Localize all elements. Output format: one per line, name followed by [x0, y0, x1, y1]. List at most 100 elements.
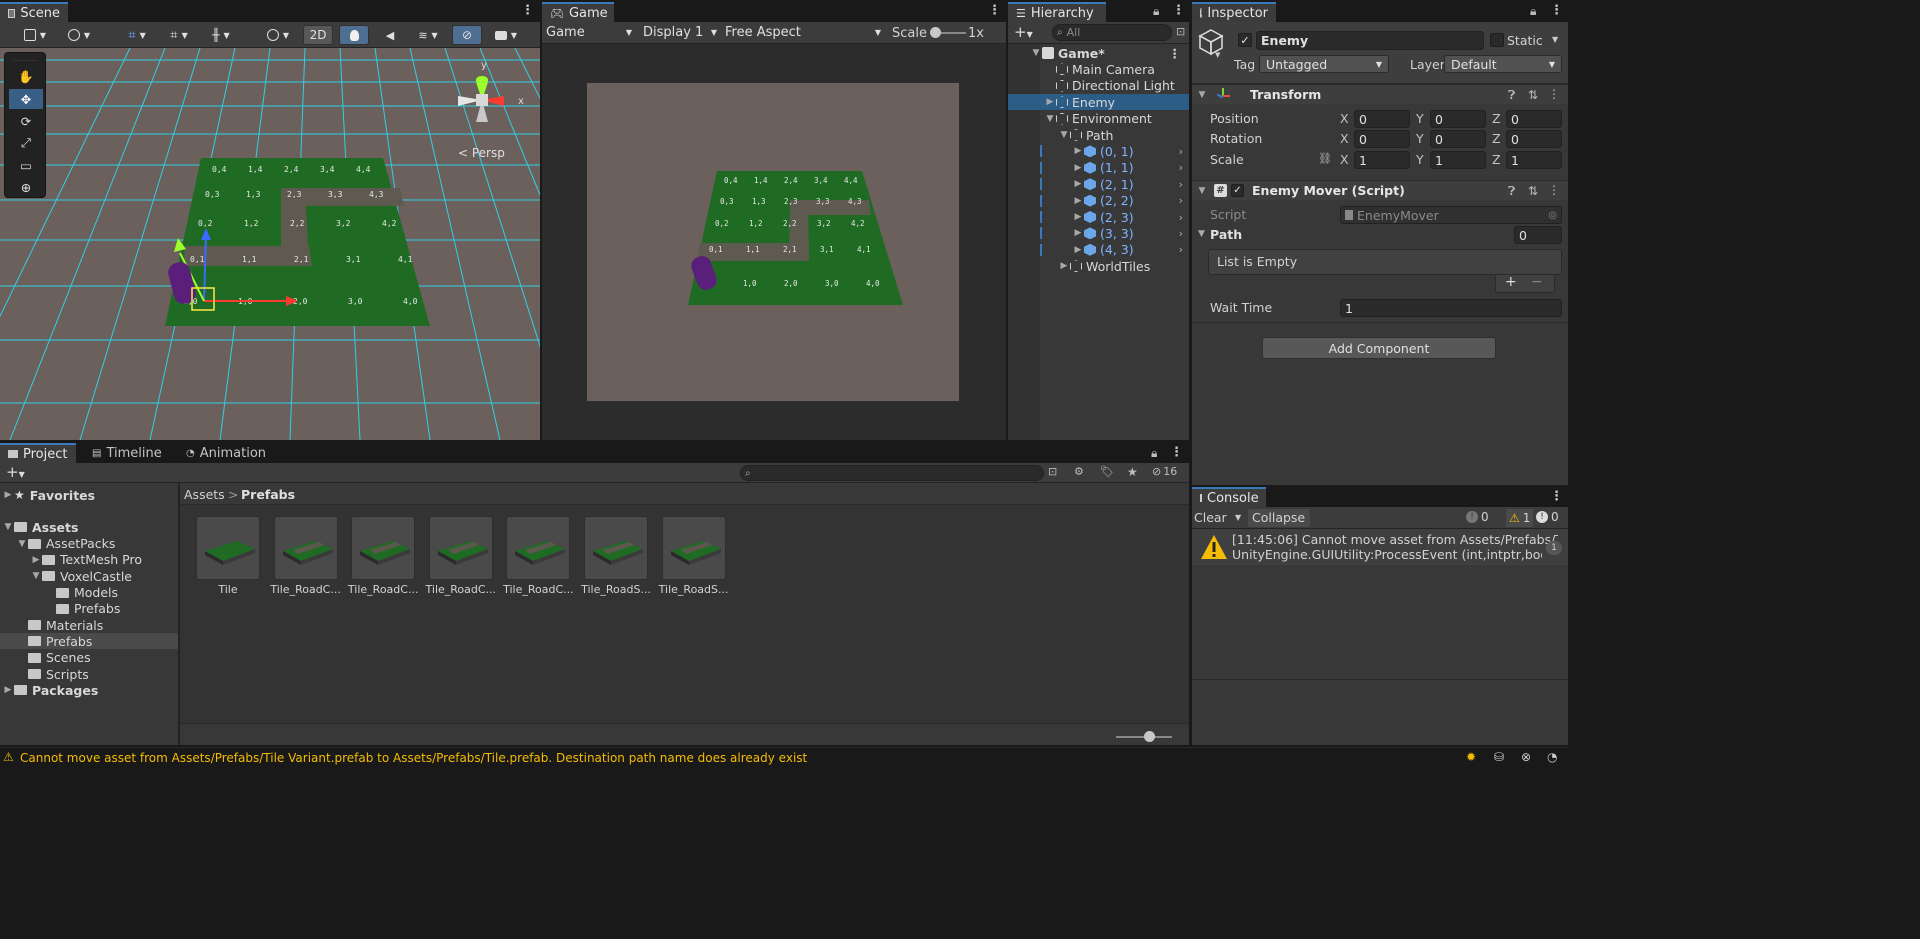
foldout-expanded-icon[interactable]: ▼ [1044, 114, 1056, 124]
hierarchy-item[interactable]: ▶ (2, 2) › [1008, 193, 1189, 209]
display-dropdown[interactable]: Display 1 ▼ [643, 25, 717, 40]
render-mode-button[interactable]: ▼ [259, 25, 297, 45]
position-z-input[interactable]: 0 [1506, 110, 1562, 128]
toggle-2d-button[interactable]: 2D [303, 25, 333, 45]
breadcrumb-prefabs[interactable]: Prefabs [241, 487, 295, 502]
view-orientation-gizmo[interactable] [448, 66, 528, 156]
foldout-collapsed-icon[interactable]: ▶ [1044, 97, 1056, 107]
hierarchy-item[interactable]: ▼ Game* ⋮ [1008, 45, 1189, 61]
tab-scene[interactable]: Scene [0, 2, 68, 22]
project-tree-item[interactable]: ▶ ★ Favorites [0, 487, 178, 503]
rotation-y-input[interactable]: 0 [1430, 130, 1486, 148]
transform-header[interactable]: ▼ Transform ❓︎ ⇅ ⋮ [1192, 84, 1568, 104]
foldout-expanded-icon[interactable]: ▼ [1058, 130, 1070, 140]
project-search-input[interactable]: ⌕ [740, 465, 1044, 481]
active-checkbox[interactable]: ✓ [1238, 33, 1252, 47]
asset-thumbnail[interactable] [196, 516, 260, 580]
audio-toggle[interactable]: ◀︎ [375, 25, 405, 45]
project-add-button[interactable]: +▼ [6, 463, 25, 481]
presets-icon[interactable]: ⇅ [1528, 88, 1538, 102]
help-icon[interactable]: ❓︎ [1508, 184, 1515, 199]
asset-thumbnail[interactable] [351, 516, 416, 580]
hierarchy-item[interactable]: ▶ (0, 1) › [1008, 143, 1189, 159]
project-tree-item[interactable]: ▼ VoxelCastle [0, 568, 178, 584]
chevron-right-icon[interactable]: › [1179, 243, 1183, 256]
draw-mode-button[interactable]: ▼ [16, 25, 54, 45]
asset-thumbnail[interactable] [428, 516, 493, 580]
scale-tool-icon[interactable]: ⤢ [9, 133, 43, 153]
search-options-icon[interactable]: ⊡ [1048, 465, 1057, 478]
chevron-right-icon[interactable]: › [1179, 178, 1183, 191]
hierarchy-item[interactable]: ▼ Environment [1008, 111, 1189, 127]
project-tree-item[interactable]: ▶ TextMesh Pro [0, 552, 178, 568]
list-remove-button[interactable]: − [1531, 274, 1543, 290]
tag-dropdown[interactable]: Untagged ▼ [1259, 55, 1389, 73]
scale-z-input[interactable]: 1 [1506, 151, 1562, 169]
project-tree-item[interactable]: Models [0, 585, 178, 601]
game-viewport[interactable]: 0,4 1,4 2,4 3,4 4,4 0,3 1,3 2,3 3,3 4,3 0,2 1,2 2,2 3… [542, 44, 1006, 440]
tab-project[interactable]: Project [0, 443, 76, 463]
foldout-triangle-icon[interactable]: ▼ [1198, 229, 1205, 239]
hierarchy-item[interactable]: ▶ (1, 1) › [1008, 160, 1189, 176]
constrain-proportions-icon[interactable]: ⛓︎ [1318, 152, 1332, 165]
collapse-toggle[interactable]: Collapse [1248, 509, 1310, 527]
foldout-triangle-icon[interactable]: ▶ [30, 555, 42, 565]
filter-label-icon[interactable]: 🏷︎ [1100, 465, 1114, 478]
hidden-packages-toggle[interactable]: ⊘ 16 [1152, 465, 1177, 478]
breadcrumb-assets[interactable]: Assets [184, 487, 225, 502]
project-tree-item[interactable]: ▼ AssetPacks [0, 536, 178, 552]
add-component-button[interactable]: Add Component [1262, 337, 1496, 359]
project-tree-item[interactable]: Materials [0, 617, 178, 633]
grid-toggle-button[interactable]: ⌗ ▼ [160, 25, 198, 45]
game-menu-button[interactable]: ⋮ [988, 3, 1001, 18]
chevron-right-icon[interactable]: › [1179, 161, 1183, 174]
project-tree-item[interactable]: Scripts [0, 666, 178, 682]
cache-server-icon[interactable]: ⛁ [1494, 750, 1504, 764]
console-menu-button[interactable]: ⋮ [1550, 489, 1563, 504]
foldout-collapsed-icon[interactable]: ▶ [1072, 163, 1084, 173]
hierarchy-search-input[interactable]: ⌕ All [1052, 24, 1172, 41]
foldout-triangle-icon[interactable]: ▼ [2, 522, 14, 532]
hierarchy-item[interactable]: ▼ Path [1008, 127, 1189, 143]
aspect-dropdown[interactable]: Free Aspect ▼ [725, 25, 881, 40]
foldout-collapsed-icon[interactable]: ▶ [1072, 179, 1084, 189]
foldout-collapsed-icon[interactable]: ▶ [1072, 228, 1084, 238]
scene-viewport[interactable]: 0,4 1,4 2,4 3,4 4,4 0,3 1,3 2,3 3,3 4,3 0,2 1,2 2,2 3… [0, 48, 540, 440]
projection-label[interactable]: < Persp [458, 146, 505, 160]
foldout-collapsed-icon[interactable]: ▶ [1072, 245, 1084, 255]
foldout-collapsed-icon[interactable]: ▶ [1072, 212, 1084, 222]
hierarchy-item[interactable]: ▶ (2, 3) › [1008, 209, 1189, 225]
bug-icon[interactable]: ✹ [1466, 750, 1476, 764]
asset-thumbnail[interactable] [584, 516, 648, 580]
scale-y-input[interactable]: 1 [1430, 151, 1486, 169]
transform-tool-icon[interactable]: ⊕ [9, 177, 43, 197]
hierarchy-item[interactable]: ▶ (3, 3) › [1008, 225, 1189, 241]
enemy-mover-header[interactable]: ▼ # ✓ Enemy Mover (Script) ❓︎ ⇅ ⋮ [1192, 180, 1568, 200]
clear-options-chevron[interactable]: ▼ [1235, 513, 1241, 522]
network-icon[interactable]: ⊗ [1521, 750, 1531, 764]
chevron-down-icon[interactable]: ▼ [1215, 51, 1220, 59]
game-mode-dropdown[interactable]: Game ▼ [546, 25, 632, 40]
foldout-triangle-icon[interactable]: ▶ [2, 685, 14, 695]
increment-snap-button[interactable]: ╫ ▼ [202, 25, 240, 45]
hierarchy-item[interactable]: ▶ Enemy [1008, 94, 1189, 111]
error-filter-toggle[interactable]: ! 0 [1466, 510, 1489, 524]
rotate-tool-icon[interactable]: ⟳ [9, 111, 43, 131]
lock-icon[interactable]: 🔒︎ [1153, 4, 1159, 19]
list-add-button[interactable]: + [1505, 274, 1517, 290]
static-checkbox[interactable] [1490, 33, 1504, 47]
tab-hierarchy[interactable]: ☰ Hierarchy [1008, 2, 1106, 22]
grid-snap-button[interactable]: ⌗ ▼ [118, 25, 156, 45]
layer-dropdown[interactable]: Default ▼ [1444, 55, 1562, 73]
chevron-right-icon[interactable]: › [1179, 145, 1183, 158]
tab-game[interactable]: 🎮︎ Game [542, 2, 614, 22]
object-name-input[interactable]: Enemy [1256, 31, 1484, 50]
enabled-checkbox[interactable]: ✓ [1231, 184, 1244, 197]
lighting-toggle[interactable] [339, 25, 369, 45]
project-tree-item[interactable]: ▼ Assets [0, 519, 178, 535]
help-icon[interactable]: ❓︎ [1508, 88, 1515, 103]
position-x-input[interactable]: 0 [1354, 110, 1410, 128]
presets-icon[interactable]: ⇅ [1528, 184, 1538, 198]
effects-button[interactable]: ≋ ▼ [409, 25, 447, 45]
filter-type-icon[interactable]: ⚙︎ [1074, 465, 1084, 478]
